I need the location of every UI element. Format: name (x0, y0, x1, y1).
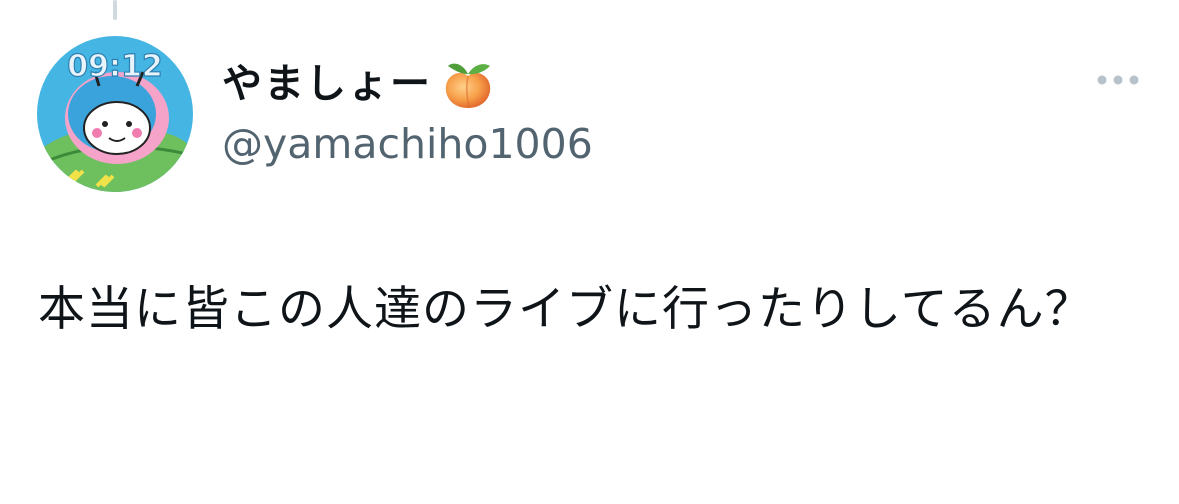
author-display-name[interactable]: やましょー (222, 64, 432, 104)
avatar-clock-text: 09:12 (67, 49, 163, 84)
thread-connector-line (113, 0, 117, 20)
more-dots-icon (1097, 75, 1139, 85)
tweet-text: 本当に皆この人達のライブに行ったりしてるん？ (38, 282, 1093, 337)
tweet-card[interactable]: 09:12 やましょー @yamachiho1006 本当に皆この人達のライブに… (0, 0, 1179, 504)
avatar[interactable]: 09:12 (37, 36, 193, 192)
more-options-button[interactable] (1092, 66, 1144, 94)
author-name-row[interactable]: やましょー (222, 52, 498, 116)
author-handle[interactable]: @yamachiho1006 (222, 124, 593, 165)
peach-icon (445, 63, 491, 109)
avatar-image: 09:12 (37, 36, 193, 192)
